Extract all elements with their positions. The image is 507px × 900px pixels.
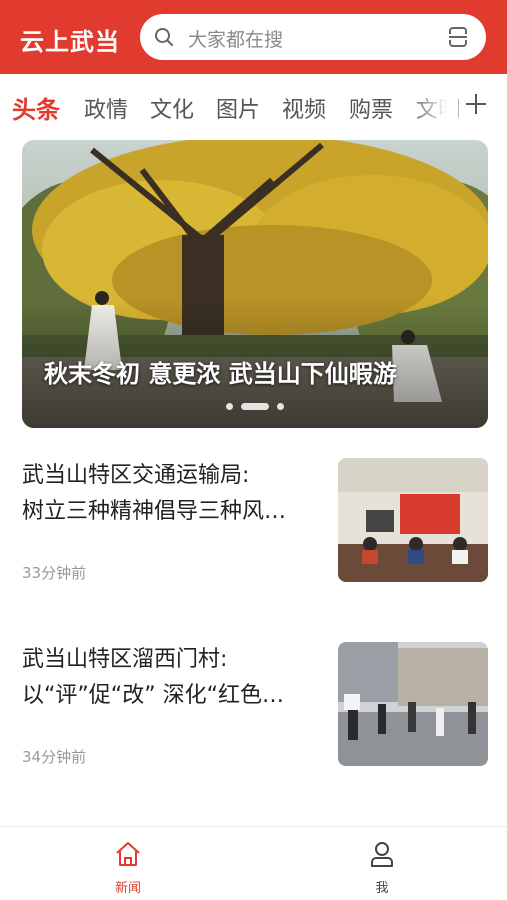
news-title-line: 武当山特区溜西门村: <box>22 647 228 672</box>
carousel-dot <box>226 403 233 410</box>
news-title-line: 以“评”促“改” 深化“红色… <box>22 683 284 708</box>
search-bar[interactable]: 大家都在搜 <box>140 14 486 60</box>
news-title-line: 树立三种精神倡导三种风… <box>22 499 287 524</box>
news-title: 武当山特区交通运输局: 树立三种精神倡导三种风… <box>22 458 322 530</box>
tab-headlines[interactable]: 头条 <box>12 90 60 125</box>
tab-pictures[interactable]: 图片 <box>216 92 260 124</box>
news-title-line: 武当山特区交通运输局: <box>22 463 250 488</box>
news-item[interactable]: 武当山特区溜西门村: 以“评”促“改” 深化“红色… 34分钟前 <box>22 642 488 770</box>
news-thumbnail <box>338 642 488 766</box>
tab-tickets[interactable]: 购票 <box>349 92 393 124</box>
news-time: 33分钟前 <box>22 564 87 582</box>
nav-news-label: 新闻 <box>114 881 141 896</box>
nav-me[interactable]: 我 <box>342 835 422 896</box>
app-title: 云上武当 <box>20 28 120 56</box>
category-tabs: 头条 政情 文化 图片 视频 购票 文明 <box>0 74 507 140</box>
user-icon <box>371 842 393 867</box>
news-time: 34分钟前 <box>22 748 87 766</box>
news-thumbnail <box>338 458 488 582</box>
add-channel-icon[interactable] <box>462 90 490 118</box>
scan-icon[interactable] <box>446 25 470 49</box>
news-item[interactable]: 武当山特区交通运输局: 树立三种精神倡导三种风… 33分钟前 <box>22 458 488 586</box>
banner-carousel[interactable]: 秋末冬初 意更浓 武当山下仙暇游 <box>22 140 488 428</box>
nav-news[interactable]: 新闻 <box>88 835 168 896</box>
search-icon <box>155 28 173 46</box>
tab-culture[interactable]: 文化 <box>150 92 194 124</box>
home-icon <box>116 842 140 866</box>
tab-fade <box>408 84 458 130</box>
nav-me-label: 我 <box>375 881 389 896</box>
carousel-indicator <box>22 396 488 410</box>
carousel-dot <box>277 403 284 410</box>
search-placeholder: 大家都在搜 <box>188 29 284 51</box>
bottom-nav: 新闻 我 <box>0 827 507 900</box>
carousel-dot-active <box>241 403 269 410</box>
app-header: 云上武当 大家都在搜 <box>0 0 507 74</box>
banner-caption: 秋末冬初 意更浓 武当山下仙暇游 <box>44 360 397 388</box>
news-title: 武当山特区溜西门村: 以“评”促“改” 深化“红色… <box>22 642 322 714</box>
tab-politics[interactable]: 政情 <box>84 92 128 124</box>
tab-videos[interactable]: 视频 <box>282 92 326 124</box>
